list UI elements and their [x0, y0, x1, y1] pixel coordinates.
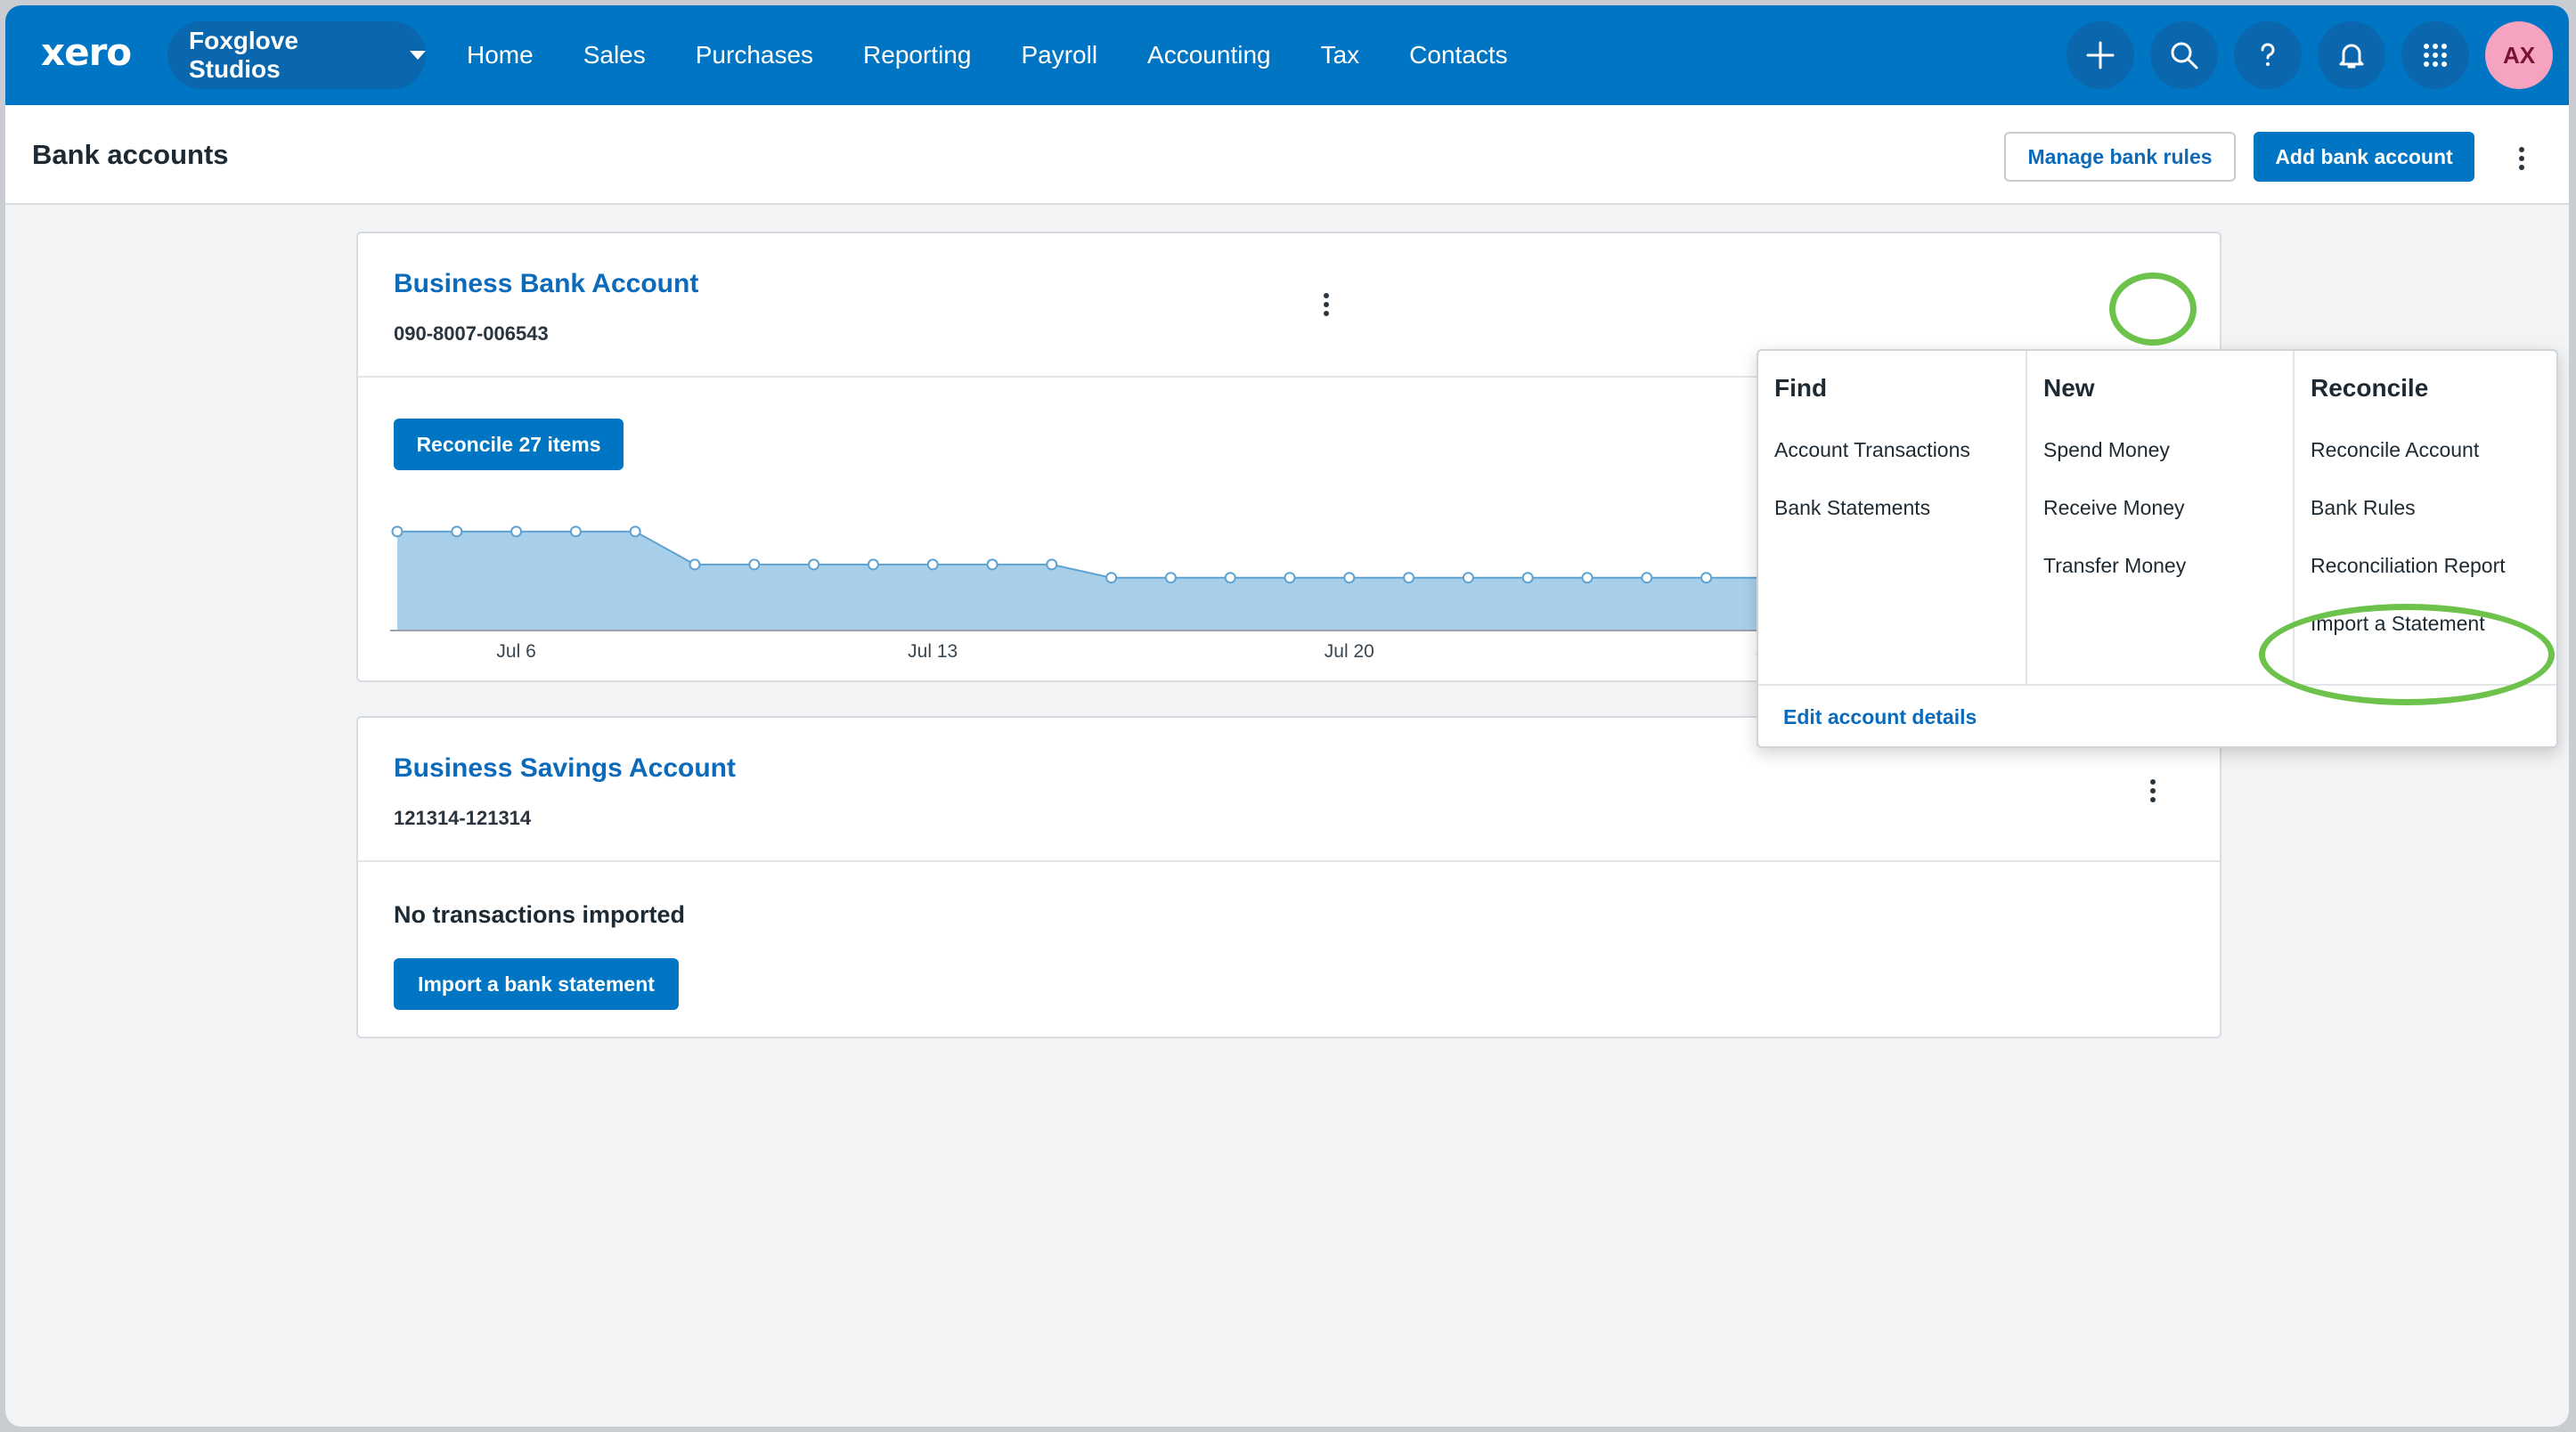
chart-data-point[interactable]	[1700, 572, 1713, 584]
chart-x-tick-label: Jul 6	[496, 641, 535, 661]
chart-data-point[interactable]	[1105, 572, 1118, 584]
apps-grid-icon[interactable]	[2401, 21, 2469, 89]
menu-heading-new: New	[2043, 374, 2095, 402]
chart-data-point[interactable]	[1462, 572, 1474, 584]
account-number: 121314-121314	[394, 807, 532, 829]
chart-data-point[interactable]	[1284, 572, 1296, 584]
nav-sales[interactable]: Sales	[583, 41, 646, 69]
menu-item-reconcile-account[interactable]: Reconcile Account	[2311, 438, 2479, 462]
account-options-icon[interactable]	[1313, 287, 1340, 322]
menu-column-find: Find Account Transactions Bank Statement…	[1758, 351, 2026, 684]
help-icon[interactable]	[2234, 21, 2302, 89]
chart-data-point[interactable]	[1403, 572, 1415, 584]
nav-tax[interactable]: Tax	[1321, 41, 1360, 69]
main-nav-links: Home Sales Purchases Reporting Payroll A…	[442, 5, 1533, 105]
nav-accounting[interactable]: Accounting	[1147, 41, 1271, 69]
menu-item-bank-statements[interactable]: Bank Statements	[1774, 496, 1930, 520]
empty-state-text: No transactions imported	[394, 901, 686, 928]
menu-item-receive-money[interactable]: Receive Money	[2043, 496, 2185, 520]
page-title: Bank accounts	[32, 139, 229, 170]
search-icon[interactable]	[2150, 21, 2218, 89]
menu-item-bank-rules[interactable]: Bank Rules	[2311, 496, 2416, 520]
account-options-icon[interactable]	[2140, 773, 2166, 809]
menu-item-transfer-money[interactable]: Transfer Money	[2043, 554, 2186, 578]
menu-heading-reconcile: Reconcile	[2311, 374, 2429, 402]
import-bank-statement-button[interactable]: Import a bank statement	[394, 958, 679, 1010]
page-header: Bank accounts Manage bank rules Add bank…	[5, 105, 2569, 205]
organisation-switcher[interactable]: Foxglove Studios	[167, 21, 426, 89]
menu-item-reconciliation-report[interactable]: Reconciliation Report	[2311, 554, 2506, 578]
chart-data-point[interactable]	[510, 525, 523, 538]
add-bank-account-button[interactable]: Add bank account	[2254, 132, 2474, 182]
reconcile-items-button[interactable]: Reconcile 27 items	[394, 419, 624, 470]
chart-data-point[interactable]	[569, 525, 582, 538]
chart-data-point[interactable]	[689, 558, 701, 571]
nav-icon-group: AX	[2050, 21, 2553, 89]
chart-data-point[interactable]	[1641, 572, 1653, 584]
chart-data-point[interactable]	[1164, 572, 1177, 584]
chart-data-point[interactable]	[1224, 572, 1236, 584]
chart-data-point[interactable]	[391, 525, 404, 538]
chart-data-point[interactable]	[451, 525, 463, 538]
chart-data-point[interactable]	[1046, 558, 1058, 571]
chart-data-point[interactable]	[1581, 572, 1594, 584]
chart-data-point[interactable]	[1343, 572, 1356, 584]
user-avatar[interactable]: AX	[2485, 21, 2553, 89]
menu-item-account-transactions[interactable]: Account Transactions	[1774, 438, 1970, 462]
top-nav-bar: xero Foxglove Studios Home Sales Purchas…	[5, 5, 2569, 105]
nav-contacts[interactable]: Contacts	[1409, 41, 1508, 69]
organisation-name: Foxglove Studios	[189, 27, 298, 83]
caret-down-icon	[410, 51, 426, 60]
chart-data-point[interactable]	[926, 558, 939, 571]
edit-account-details-link[interactable]: Edit account details	[1783, 705, 1977, 729]
manage-bank-rules-button[interactable]: Manage bank rules	[2004, 132, 2236, 182]
nav-purchases[interactable]: Purchases	[696, 41, 813, 69]
account-name-link[interactable]: Business Savings Account	[394, 753, 736, 784]
app-window: xero Foxglove Studios Home Sales Purchas…	[5, 5, 2569, 1427]
chart-data-point[interactable]	[986, 558, 999, 571]
bell-icon[interactable]	[2318, 21, 2385, 89]
highlight-circle-import	[2259, 604, 2555, 705]
account-name-link[interactable]: Business Bank Account	[394, 269, 698, 299]
account-number: 090-8007-006543	[394, 322, 549, 345]
chart-x-tick-label: Jul 20	[1325, 641, 1374, 661]
chart-data-point[interactable]	[1521, 572, 1534, 584]
menu-heading-find: Find	[1774, 374, 1828, 402]
chart-x-tick-label: Jul 13	[908, 641, 958, 661]
plus-icon[interactable]	[2067, 21, 2134, 89]
nav-reporting[interactable]: Reporting	[863, 41, 971, 69]
chart-data-point[interactable]	[748, 558, 761, 571]
balance-area-chart: Jul 6Jul 13Jul 20Ju	[390, 525, 1851, 661]
menu-item-spend-money[interactable]: Spend Money	[2043, 438, 2170, 462]
nav-payroll[interactable]: Payroll	[1021, 41, 1097, 69]
menu-column-new: New Spend Money Receive Money Transfer M…	[2026, 351, 2295, 684]
highlight-circle-options	[2109, 273, 2197, 346]
nav-home[interactable]: Home	[467, 41, 534, 69]
chart-data-point[interactable]	[808, 558, 820, 571]
card-divider	[358, 860, 2220, 862]
chart-data-point[interactable]	[867, 558, 879, 571]
account-card-business-savings: Business Savings Account 121314-121314 N…	[356, 716, 2221, 1038]
chart-data-point[interactable]	[629, 525, 641, 538]
chart-area-fill	[397, 531, 1851, 631]
xero-logo[interactable]: xero	[41, 30, 132, 74]
more-options-icon[interactable]	[2508, 141, 2535, 176]
